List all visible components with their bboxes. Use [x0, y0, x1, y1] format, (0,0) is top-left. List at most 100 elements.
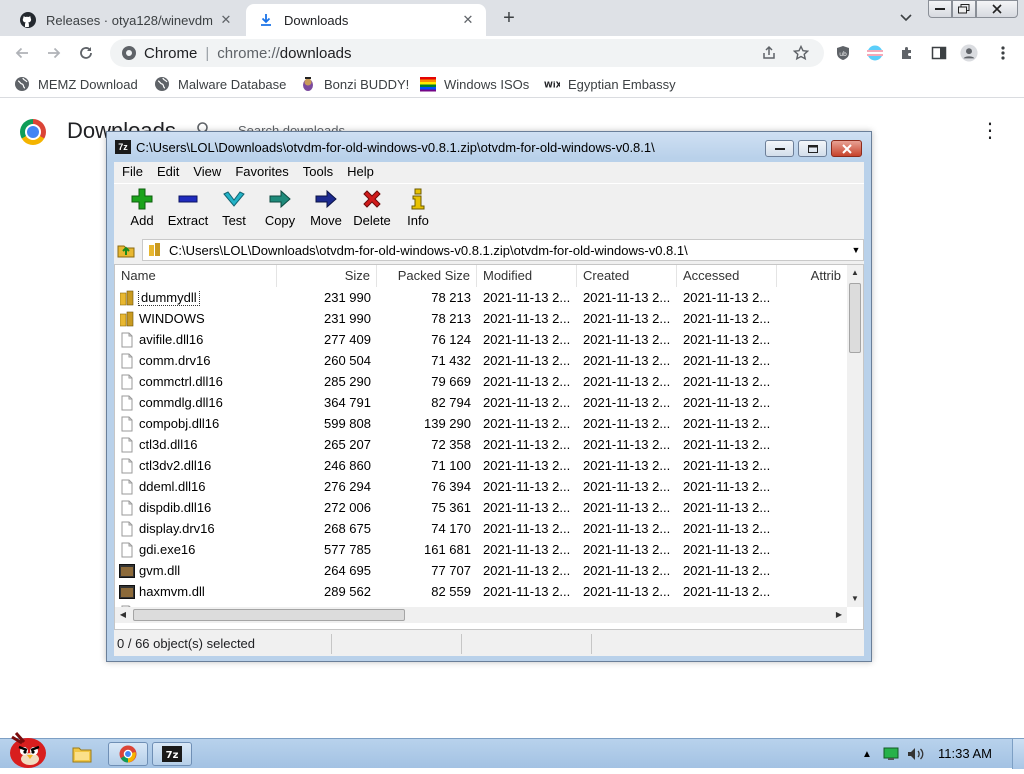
- bookmark-memz[interactable]: MEMZ Download: [14, 75, 138, 93]
- file-icon: [119, 500, 135, 516]
- bookmark-label: Egyptian Embassy: [568, 76, 676, 92]
- reload-button[interactable]: [74, 41, 98, 65]
- sevenzip-path-combobox[interactable]: C:\Users\LOL\Downloads\otvdm-for-old-win…: [142, 239, 864, 261]
- file-created: 2021-11-13 2...: [583, 584, 671, 599]
- column-accessed[interactable]: Accessed: [677, 265, 777, 287]
- move-button[interactable]: Move: [304, 187, 348, 235]
- menu-tools[interactable]: Tools: [295, 162, 339, 182]
- file-icon: [119, 374, 135, 390]
- copy-button[interactable]: Copy: [258, 187, 302, 235]
- file-modified: 2021-11-13 2...: [483, 521, 571, 536]
- file-name-cell: display.drv16: [115, 521, 277, 537]
- file-row[interactable]: ctl3d.dll16 265 207 72 358 2021-11-13 2... 2…: [115, 434, 847, 455]
- bookmark-malware-database[interactable]: Malware Database: [154, 75, 286, 93]
- vertical-scrollbar[interactable]: ▲ ▼: [847, 265, 863, 607]
- file-row[interactable]: ctl3dv2.dll16 246 860 71 100 2021-11-13 2..…: [115, 455, 847, 476]
- chevron-down-icon[interactable]: ▼: [849, 245, 863, 255]
- chevron-down-icon[interactable]: [896, 8, 916, 28]
- new-tab-button[interactable]: +: [498, 8, 520, 30]
- folder-up-button[interactable]: [116, 240, 136, 260]
- folder-icon: [119, 290, 135, 306]
- info-button[interactable]: Info: [396, 187, 440, 235]
- file-row[interactable]: commctrl.dll16 285 290 79 669 2021-11-13 2.…: [115, 371, 847, 392]
- window-close-button[interactable]: [976, 0, 1018, 18]
- file-row[interactable]: haxmvm.dll 289 562 82 559 2021-11-13 2... 20…: [115, 581, 847, 602]
- file-row[interactable]: dispdib.dll16 272 006 75 361 2021-11-13 2..…: [115, 497, 847, 518]
- side-panel-icon[interactable]: [930, 44, 948, 62]
- file-row[interactable]: dummydll 231 990 78 213 2021-11-13 2... 2021…: [115, 287, 847, 308]
- sevenzip-title-bar[interactable]: 7z C:\Users\LOL\Downloads\otvdm-for-old-…: [107, 132, 871, 158]
- taskbar-clock[interactable]: 11:33 AM: [938, 746, 992, 761]
- bookmark-egyptian-embassy[interactable]: WiX Egyptian Embassy: [544, 75, 676, 93]
- scroll-down-icon[interactable]: ▼: [847, 591, 863, 607]
- sevenzip-minimize-button[interactable]: [765, 140, 794, 157]
- bookmark-star-icon[interactable]: [792, 44, 810, 62]
- file-row[interactable]: compobj.dll16 599 808 139 290 2021-11-13 2.…: [115, 413, 847, 434]
- file-row[interactable]: WINDOWS 231 990 78 213 2021-11-13 2... 2021-…: [115, 308, 847, 329]
- file-row[interactable]: gdi.exe16 577 785 161 681 2021-11-13 2... 20…: [115, 539, 847, 560]
- menu-help[interactable]: Help: [339, 162, 380, 182]
- sevenzip-path-value: C:\Users\LOL\Downloads\otvdm-for-old-win…: [169, 242, 688, 258]
- menu-edit[interactable]: Edit: [149, 162, 185, 182]
- file-row[interactable]: ddeml.dll16 276 294 76 394 2021-11-13 2... 2…: [115, 476, 847, 497]
- window-restore-button[interactable]: [952, 0, 976, 18]
- address-bar[interactable]: Chrome | chrome://downloads: [110, 39, 824, 67]
- menu-file[interactable]: File: [114, 162, 149, 182]
- file-row[interactable]: gvm.dll 264 695 77 707 2021-11-13 2... 2021-…: [115, 560, 847, 581]
- extract-button[interactable]: Extract: [166, 187, 210, 235]
- test-button[interactable]: Test: [212, 187, 256, 235]
- trans-flag-icon[interactable]: [866, 44, 884, 62]
- action-center-icon[interactable]: [882, 745, 900, 763]
- 7zip-icon[interactable]: 7z: [152, 742, 192, 766]
- horizontal-scroll-thumb[interactable]: [133, 609, 405, 621]
- column-modified[interactable]: Modified: [477, 265, 577, 287]
- explorer-icon[interactable]: [62, 742, 102, 766]
- bookmark-windows-isos[interactable]: Windows ISOs: [420, 75, 529, 93]
- chrome-icon[interactable]: [108, 742, 148, 766]
- add-label: Add: [130, 213, 154, 228]
- column-size[interactable]: Size: [277, 265, 377, 287]
- horizontal-scrollbar[interactable]: ◀ ▶: [115, 607, 847, 623]
- start-angry-bird-icon[interactable]: [2, 729, 48, 769]
- ublock-icon[interactable]: ub: [834, 44, 852, 62]
- extensions-puzzle-icon[interactable]: [898, 44, 916, 62]
- file-size: 260 504: [324, 353, 371, 368]
- file-row[interactable]: comm.drv16 260 504 71 432 2021-11-13 2... 20…: [115, 350, 847, 371]
- share-icon[interactable]: [760, 44, 778, 62]
- column-attrib[interactable]: Attrib: [777, 265, 847, 287]
- file-packed-size: 78 213: [431, 311, 471, 326]
- volume-icon[interactable]: [906, 745, 926, 763]
- menu-favorites[interactable]: Favorites: [227, 162, 294, 182]
- scroll-right-icon[interactable]: ▶: [831, 607, 847, 623]
- add-button[interactable]: Add: [120, 187, 164, 235]
- menu-view[interactable]: View: [185, 162, 227, 182]
- sevenzip-close-button[interactable]: [831, 140, 862, 157]
- downloads-menu-icon[interactable]: ⋮: [980, 120, 1000, 144]
- scroll-up-icon[interactable]: ▲: [847, 265, 863, 281]
- bookmark-bonzi-buddy[interactable]: Bonzi BUDDY!: [300, 75, 409, 93]
- file-row[interactable]: commdlg.dll16 364 791 82 794 2021-11-13 2..…: [115, 392, 847, 413]
- file-row[interactable]: avifile.dll16 277 409 76 124 2021-11-13 2..…: [115, 329, 847, 350]
- window-minimize-button[interactable]: [928, 0, 952, 18]
- close-icon[interactable]: ✕: [458, 10, 478, 30]
- sevenzip-maximize-button[interactable]: [798, 140, 827, 157]
- delete-button[interactable]: Delete: [350, 187, 394, 235]
- file-row[interactable]: display.drv16 268 675 74 170 2021-11-13 2..…: [115, 518, 847, 539]
- scroll-left-icon[interactable]: ◀: [115, 607, 131, 623]
- sevenzip-menu-bar: File Edit View Favorites Tools Help: [114, 162, 864, 182]
- forward-button[interactable]: [42, 41, 66, 65]
- vertical-scroll-thumb[interactable]: [849, 283, 861, 353]
- tab-downloads[interactable]: Downloads ✕: [246, 4, 486, 36]
- close-icon[interactable]: ✕: [216, 10, 236, 30]
- browser-menu-icon[interactable]: [994, 44, 1012, 62]
- tab-strip: Releases · otya128/winevdm · G ✕ Downloa…: [0, 0, 1024, 36]
- column-created[interactable]: Created: [577, 265, 677, 287]
- tray-expand-icon[interactable]: ▲: [860, 745, 874, 763]
- back-button[interactable]: [10, 41, 34, 65]
- delete-label: Delete: [353, 213, 391, 228]
- column-name[interactable]: Name: [115, 265, 277, 287]
- column-packed-size[interactable]: Packed Size: [377, 265, 477, 287]
- show-desktop-button[interactable]: [1012, 739, 1024, 769]
- profile-avatar-icon[interactable]: [960, 44, 978, 62]
- tab-releases[interactable]: Releases · otya128/winevdm · G ✕: [8, 4, 244, 36]
